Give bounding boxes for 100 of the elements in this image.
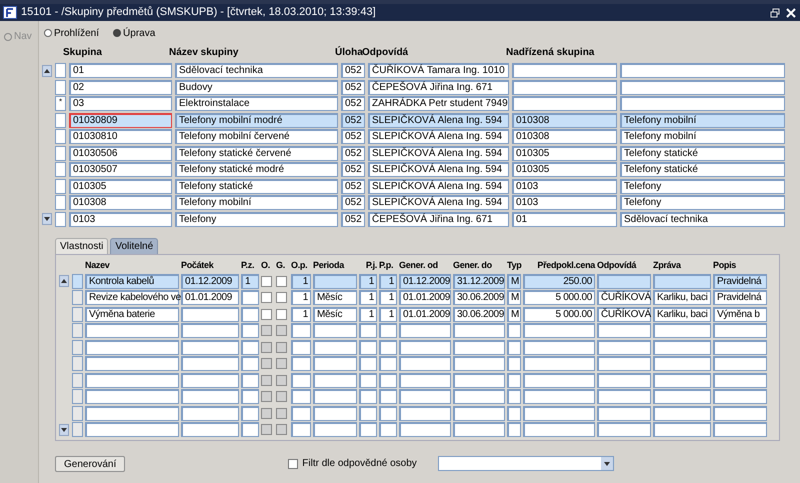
text-field[interactable] bbox=[241, 406, 259, 420]
text-field[interactable] bbox=[359, 406, 377, 420]
text-field[interactable]: 052 bbox=[341, 195, 365, 210]
text-field[interactable]: 01030506 bbox=[69, 146, 172, 160]
text-field[interactable]: Měsíc bbox=[313, 290, 357, 305]
text-field[interactable]: 01 bbox=[69, 63, 172, 78]
close-icon[interactable] bbox=[785, 6, 797, 18]
text-field[interactable]: 1 bbox=[379, 274, 397, 288]
text-field[interactable] bbox=[313, 340, 357, 354]
text-field[interactable] bbox=[507, 340, 521, 354]
text-field[interactable]: Sdělovací technika bbox=[620, 212, 785, 226]
text-field[interactable]: SLEPIČKOVÁ Alena Ing. 594 bbox=[368, 178, 509, 194]
text-field[interactable]: 052 bbox=[341, 146, 365, 160]
text-field[interactable] bbox=[399, 422, 451, 437]
text-field[interactable] bbox=[313, 323, 357, 338]
text-field[interactable] bbox=[241, 290, 259, 305]
text-field[interactable] bbox=[512, 96, 617, 111]
text-field[interactable]: 052 bbox=[341, 63, 365, 78]
text-field[interactable]: 01.01.2009 bbox=[181, 290, 239, 305]
row-selector[interactable] bbox=[55, 129, 66, 144]
text-field[interactable] bbox=[653, 406, 711, 420]
text-field[interactable]: Pravidelná bbox=[713, 290, 767, 305]
text-field[interactable] bbox=[379, 340, 397, 354]
text-field[interactable] bbox=[241, 422, 259, 437]
text-field[interactable]: ČEPEŠOVÁ Jiřina Ing. 671 bbox=[368, 80, 509, 94]
text-field[interactable] bbox=[313, 422, 357, 437]
text-field[interactable]: 5 000.00 bbox=[523, 306, 595, 322]
text-field[interactable]: Telefony mobilní bbox=[620, 112, 785, 128]
text-field[interactable]: 1 bbox=[241, 274, 259, 288]
text-field[interactable] bbox=[313, 406, 357, 420]
text-field[interactable] bbox=[523, 422, 595, 437]
text-field[interactable]: Telefony mobilní bbox=[175, 195, 338, 210]
text-field[interactable]: 01.12.2009 bbox=[181, 274, 239, 288]
text-field[interactable] bbox=[399, 340, 451, 354]
generate-button[interactable]: Generování bbox=[55, 456, 126, 472]
text-field[interactable]: 01030809 bbox=[69, 112, 172, 128]
text-field[interactable]: ČUŘÍKOVÁ bbox=[597, 306, 651, 322]
text-field[interactable]: M bbox=[507, 306, 521, 322]
text-field[interactable] bbox=[453, 340, 505, 354]
text-field[interactable]: 010305 bbox=[512, 162, 617, 177]
text-field[interactable]: Telefony statické bbox=[620, 146, 785, 160]
mode-radio[interactable]: Úprava bbox=[113, 26, 156, 40]
row-selector[interactable] bbox=[55, 162, 66, 177]
text-field[interactable] bbox=[241, 389, 259, 404]
text-field[interactable]: 250.00 bbox=[523, 274, 595, 288]
text-field[interactable]: 01.01.2009 bbox=[399, 290, 451, 305]
text-field[interactable] bbox=[399, 406, 451, 420]
scroll-down-button[interactable] bbox=[42, 213, 52, 225]
text-field[interactable] bbox=[291, 389, 311, 404]
row-selector[interactable] bbox=[72, 372, 83, 388]
text-field[interactable] bbox=[620, 80, 785, 94]
text-field[interactable] bbox=[291, 406, 311, 420]
person-dropdown[interactable] bbox=[438, 456, 614, 471]
text-field[interactable]: 1 bbox=[359, 274, 377, 288]
checkbox[interactable] bbox=[261, 276, 272, 286]
text-field[interactable]: 052 bbox=[341, 162, 365, 177]
text-field[interactable]: Telefony bbox=[620, 178, 785, 194]
text-field[interactable]: Telefony statické bbox=[620, 162, 785, 177]
text-field[interactable]: 052 bbox=[341, 129, 365, 144]
text-field[interactable]: Karliku, baci bbox=[653, 290, 711, 305]
text-field[interactable]: Telefony statické červené bbox=[175, 146, 338, 160]
text-field[interactable] bbox=[453, 389, 505, 404]
text-field[interactable] bbox=[507, 356, 521, 371]
text-field[interactable] bbox=[359, 356, 377, 371]
text-field[interactable]: 01 bbox=[512, 212, 617, 226]
text-field[interactable]: Výměna b bbox=[713, 306, 767, 322]
text-field[interactable] bbox=[399, 356, 451, 371]
text-field[interactable]: 052 bbox=[341, 96, 365, 111]
text-field[interactable] bbox=[512, 63, 617, 78]
text-field[interactable]: 01.12.2009 bbox=[399, 274, 451, 288]
text-field[interactable]: 010308 bbox=[512, 129, 617, 144]
text-field[interactable] bbox=[507, 406, 521, 420]
text-field[interactable]: M bbox=[507, 290, 521, 305]
text-field[interactable] bbox=[597, 323, 651, 338]
text-field[interactable] bbox=[523, 389, 595, 404]
text-field[interactable]: 010305 bbox=[512, 146, 617, 160]
text-field[interactable] bbox=[713, 356, 767, 371]
text-field[interactable] bbox=[512, 80, 617, 94]
tab[interactable]: Vlastnosti bbox=[55, 238, 108, 254]
text-field[interactable] bbox=[291, 356, 311, 371]
text-field[interactable] bbox=[181, 340, 239, 354]
text-field[interactable] bbox=[291, 422, 311, 437]
text-field[interactable]: Revize kabelového ve bbox=[85, 290, 179, 305]
text-field[interactable]: 01030507 bbox=[69, 162, 172, 177]
text-field[interactable] bbox=[291, 372, 311, 388]
text-field[interactable]: Měsíc bbox=[313, 306, 357, 322]
text-field[interactable]: 010305 bbox=[69, 178, 172, 194]
text-field[interactable] bbox=[359, 323, 377, 338]
text-field[interactable] bbox=[241, 356, 259, 371]
text-field[interactable] bbox=[379, 356, 397, 371]
text-field[interactable]: 052 bbox=[341, 112, 365, 128]
text-field[interactable] bbox=[653, 372, 711, 388]
text-field[interactable] bbox=[241, 340, 259, 354]
text-field[interactable] bbox=[713, 422, 767, 437]
text-field[interactable] bbox=[597, 340, 651, 354]
text-field[interactable] bbox=[507, 323, 521, 338]
text-field[interactable]: 1 bbox=[291, 290, 311, 305]
text-field[interactable]: Budovy bbox=[175, 80, 338, 94]
text-field[interactable] bbox=[713, 389, 767, 404]
text-field[interactable]: 1 bbox=[379, 290, 397, 305]
